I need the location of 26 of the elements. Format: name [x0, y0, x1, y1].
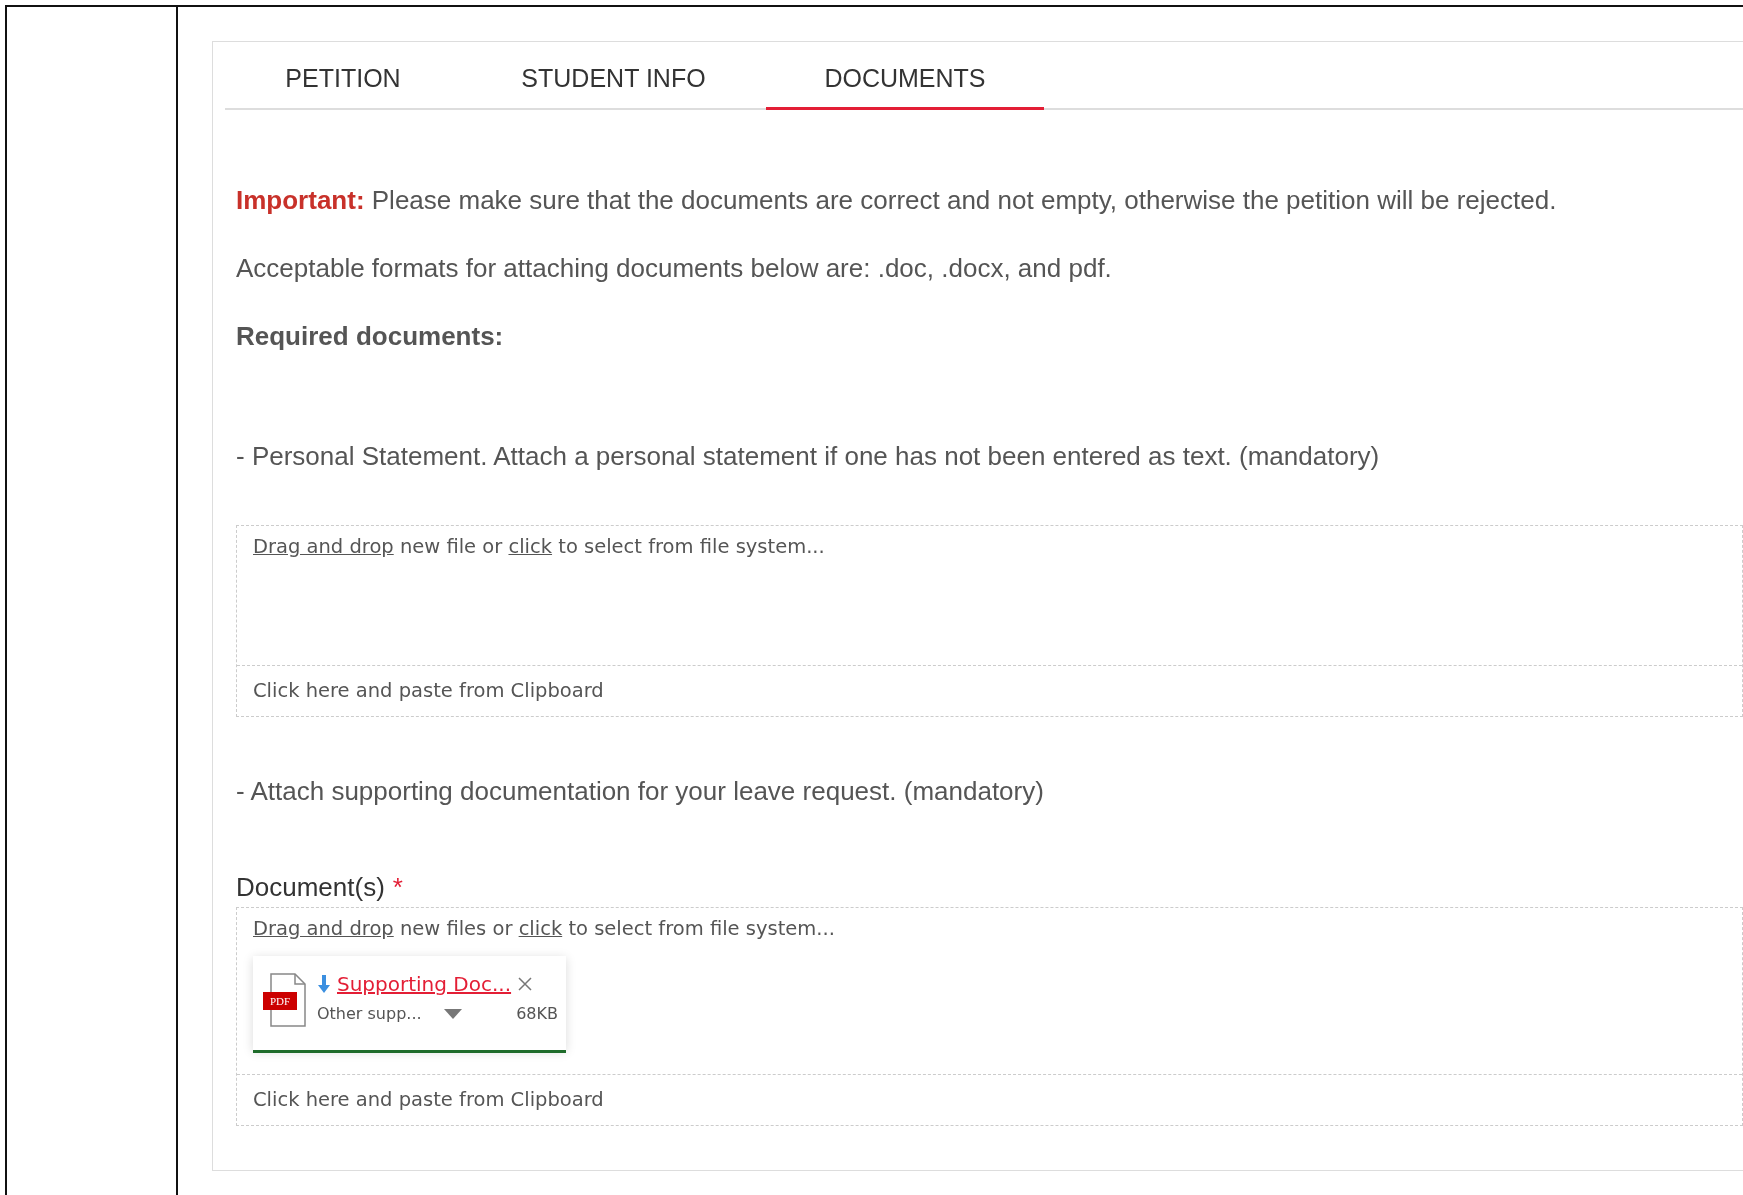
- file-name-link[interactable]: Supporting Doc...: [337, 972, 512, 996]
- upload-link[interactable]: click: [518, 917, 563, 940]
- drop-hint: Drag and drop new file or click to select from file system...: [253, 534, 826, 560]
- notice-text: Important: Please make sure that the documents are correct and not empty, otherwise the petition will be rejected.: [236, 185, 1558, 215]
- upload-link[interactable]: click: [508, 535, 553, 558]
- file-size: 68KB: [516, 1004, 558, 1023]
- paste-hint[interactable]: Click here and paste from Clipboard: [253, 1087, 1726, 1113]
- document-description: - Personal Statement. Attach a personal statement if one has not been entered as text. (mandatory): [236, 441, 1381, 471]
- field-label: Document(s): [236, 872, 385, 903]
- required-heading: Required documents:: [236, 321, 505, 351]
- tab[interactable]: PETITION: [225, 42, 461, 110]
- drop-zone[interactable]: Drag and drop new file or click to select from file system... Click here and paste from Clipboard: [236, 525, 1743, 717]
- paste-hint[interactable]: Click here and paste from Clipboard: [253, 678, 1726, 704]
- tab[interactable]: DOCUMENTS: [766, 42, 1044, 110]
- tab[interactable]: STUDENT INFO: [461, 42, 766, 110]
- download-icon[interactable]: [317, 974, 331, 994]
- required-mark: *: [392, 872, 403, 903]
- dropdown-caret-icon[interactable]: [443, 1008, 462, 1019]
- drop-zone[interactable]: Drag and drop new files or click to select from file system... PDF Supporting Doc... Other supp... 68KB Click here and paste from Clipboard: [236, 907, 1743, 1126]
- upload-link[interactable]: Drag and drop: [253, 917, 394, 940]
- category-dropdown[interactable]: Other supp...: [317, 1004, 422, 1023]
- drop-hint: Drag and drop new files or click to select from file system...: [253, 916, 836, 942]
- upload-link[interactable]: Drag and drop: [253, 535, 394, 558]
- formats-text: Acceptable formats for attaching documents below are: .doc, .docx, and pdf.: [236, 253, 1113, 283]
- close-icon[interactable]: [517, 976, 534, 992]
- document-description: - Attach supporting documentation for your leave request. (mandatory): [236, 776, 1045, 806]
